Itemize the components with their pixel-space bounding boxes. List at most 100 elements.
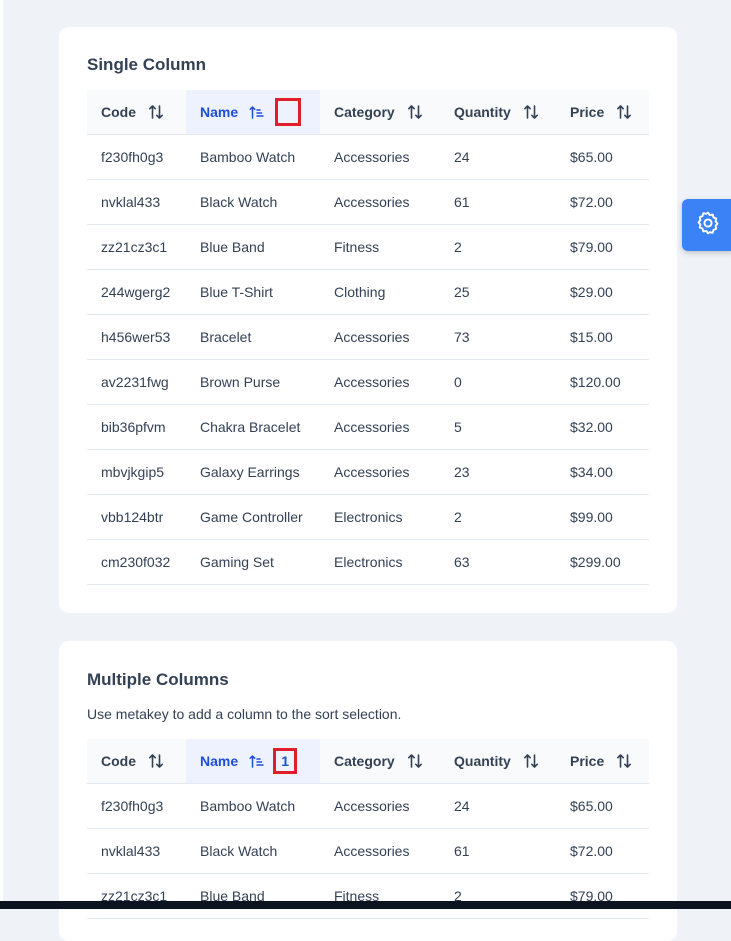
table-row[interactable]: vbb124btr Game Controller Electronics 2 $99.… bbox=[87, 494, 649, 540]
card-title: Multiple Columns bbox=[87, 670, 229, 689]
table-row[interactable]: av2231fwg Brown Purse Accessories 0 $120.00 bbox=[87, 359, 649, 405]
cell-category: Accessories bbox=[320, 359, 440, 405]
sort-alt-icon bbox=[407, 104, 423, 120]
cell-category: Accessories bbox=[320, 828, 440, 874]
sort-alt-icon bbox=[407, 753, 423, 769]
cell-code: h456wer53 bbox=[87, 314, 186, 360]
cell-quantity: 73 bbox=[440, 314, 556, 360]
column-header-category[interactable]: Category bbox=[320, 739, 440, 784]
sort-order-badge: 1 bbox=[273, 747, 298, 774]
cell-code: nvklal433 bbox=[87, 828, 186, 874]
cell-code: f230fh0g3 bbox=[87, 783, 186, 829]
cell-code: vbb124btr bbox=[87, 494, 186, 540]
cell-quantity: 2 bbox=[440, 494, 556, 540]
single-column-card: Single Column Code Name Category Quantity Pr… bbox=[59, 27, 677, 613]
cell-name: Black Watch bbox=[186, 179, 320, 225]
cell-code: mbvjkgip5 bbox=[87, 449, 186, 495]
cell-quantity: 61 bbox=[440, 828, 556, 874]
cell-price: $120.00 bbox=[556, 359, 649, 405]
cell-quantity: 23 bbox=[440, 449, 556, 495]
table-row[interactable]: nvklal433 Black Watch Accessories 61 $72.00 bbox=[87, 828, 649, 874]
column-header-price[interactable]: Price bbox=[556, 90, 649, 135]
cell-price: $72.00 bbox=[556, 828, 649, 874]
products-table-single: Code Name Category Quantity Price f230fh0g3 B… bbox=[87, 90, 649, 585]
cell-code: f230fh0g3 bbox=[87, 134, 186, 180]
column-header-label: Quantity bbox=[454, 103, 511, 120]
table-row[interactable]: cm230f032 Gaming Set Electronics 63 $299.00 bbox=[87, 539, 649, 585]
cell-name: Bamboo Watch bbox=[186, 783, 320, 829]
column-header-label: Category bbox=[334, 103, 395, 120]
cell-category: Accessories bbox=[320, 449, 440, 495]
sort-amount-up-icon bbox=[249, 104, 265, 120]
cell-category: Electronics bbox=[320, 539, 440, 585]
table-row[interactable]: f230fh0g3 Bamboo Watch Accessories 24 $65.00 bbox=[87, 134, 649, 180]
table-row[interactable]: f230fh0g3 Bamboo Watch Accessories 24 $65.00 bbox=[87, 783, 649, 829]
cell-name: Brown Purse bbox=[186, 359, 320, 405]
sort-alt-icon bbox=[523, 753, 539, 769]
settings-button[interactable] bbox=[682, 199, 731, 251]
multiple-columns-card: Multiple Columns Use metakey to add a co… bbox=[59, 641, 677, 941]
cell-quantity: 5 bbox=[440, 404, 556, 450]
cell-name: Bamboo Watch bbox=[186, 134, 320, 180]
cell-price: $99.00 bbox=[556, 494, 649, 540]
sort-alt-icon bbox=[148, 753, 164, 769]
column-header-name[interactable]: Name 1 bbox=[186, 739, 320, 784]
cell-category: Accessories bbox=[320, 179, 440, 225]
table-row[interactable]: zz21cz3c1 Blue Band Fitness 2 $79.00 bbox=[87, 873, 649, 919]
sort-alt-icon bbox=[148, 104, 164, 120]
cell-category: Fitness bbox=[320, 873, 440, 919]
products-table-multiple: Code Name 1 Category Quantity Price f230fh0g3… bbox=[87, 739, 649, 919]
cell-price: $32.00 bbox=[556, 404, 649, 450]
cell-category: Clothing bbox=[320, 269, 440, 315]
column-header-label: Price bbox=[570, 752, 605, 769]
cell-quantity: 61 bbox=[440, 179, 556, 225]
cell-code: 244wgerg2 bbox=[87, 269, 186, 315]
cell-category: Accessories bbox=[320, 134, 440, 180]
card-description: Use metakey to add a column to the sort … bbox=[87, 706, 402, 722]
cell-price: $34.00 bbox=[556, 449, 649, 495]
cell-name: Game Controller bbox=[186, 494, 320, 540]
table-row[interactable]: mbvjkgip5 Galaxy Earrings Accessories 23 $34… bbox=[87, 449, 649, 495]
column-header-category[interactable]: Category bbox=[320, 90, 440, 135]
table-row[interactable]: zz21cz3c1 Blue Band Fitness 2 $79.00 bbox=[87, 224, 649, 270]
cell-category: Accessories bbox=[320, 783, 440, 829]
column-header-code[interactable]: Code bbox=[87, 739, 186, 784]
cell-quantity: 24 bbox=[440, 783, 556, 829]
cell-code: zz21cz3c1 bbox=[87, 873, 186, 919]
table-row[interactable]: h456wer53 Bracelet Accessories 73 $15.00 bbox=[87, 314, 649, 360]
cell-price: $299.00 bbox=[556, 539, 649, 585]
table-row[interactable]: bib36pfvm Chakra Bracelet Accessories 5 $32.… bbox=[87, 404, 649, 450]
table-row[interactable]: 244wgerg2 Blue T-Shirt Clothing 25 $29.00 bbox=[87, 269, 649, 315]
cell-code: bib36pfvm bbox=[87, 404, 186, 450]
column-header-quantity[interactable]: Quantity bbox=[440, 90, 556, 135]
page-edge bbox=[0, 0, 3, 909]
column-header-label: Price bbox=[570, 103, 605, 120]
column-header-quantity[interactable]: Quantity bbox=[440, 739, 556, 784]
cell-price: $15.00 bbox=[556, 314, 649, 360]
column-header-label: Quantity bbox=[454, 752, 511, 769]
cell-code: zz21cz3c1 bbox=[87, 224, 186, 270]
table-row[interactable]: nvklal433 Black Watch Accessories 61 $72.00 bbox=[87, 179, 649, 225]
column-header-code[interactable]: Code bbox=[87, 90, 186, 135]
column-header-label: Code bbox=[101, 103, 136, 120]
column-header-label: Category bbox=[334, 752, 395, 769]
column-header-label: Name bbox=[200, 752, 239, 769]
cell-name: Blue Band bbox=[186, 873, 320, 919]
sort-alt-icon bbox=[616, 104, 632, 120]
cell-category: Fitness bbox=[320, 224, 440, 270]
cell-quantity: 2 bbox=[440, 873, 556, 919]
bottom-bar bbox=[0, 901, 731, 909]
cell-name: Gaming Set bbox=[186, 539, 320, 585]
card-title: Single Column bbox=[87, 55, 206, 74]
cell-price: $79.00 bbox=[556, 873, 649, 919]
sort-order-badge bbox=[275, 97, 302, 126]
cell-category: Accessories bbox=[320, 314, 440, 360]
column-header-price[interactable]: Price bbox=[556, 739, 649, 784]
sort-amount-up-icon bbox=[249, 753, 265, 769]
cell-category: Electronics bbox=[320, 494, 440, 540]
column-header-label: Code bbox=[101, 752, 136, 769]
cell-price: $29.00 bbox=[556, 269, 649, 315]
column-header-name[interactable]: Name bbox=[186, 90, 320, 135]
cell-quantity: 25 bbox=[440, 269, 556, 315]
cell-name: Galaxy Earrings bbox=[186, 449, 320, 495]
